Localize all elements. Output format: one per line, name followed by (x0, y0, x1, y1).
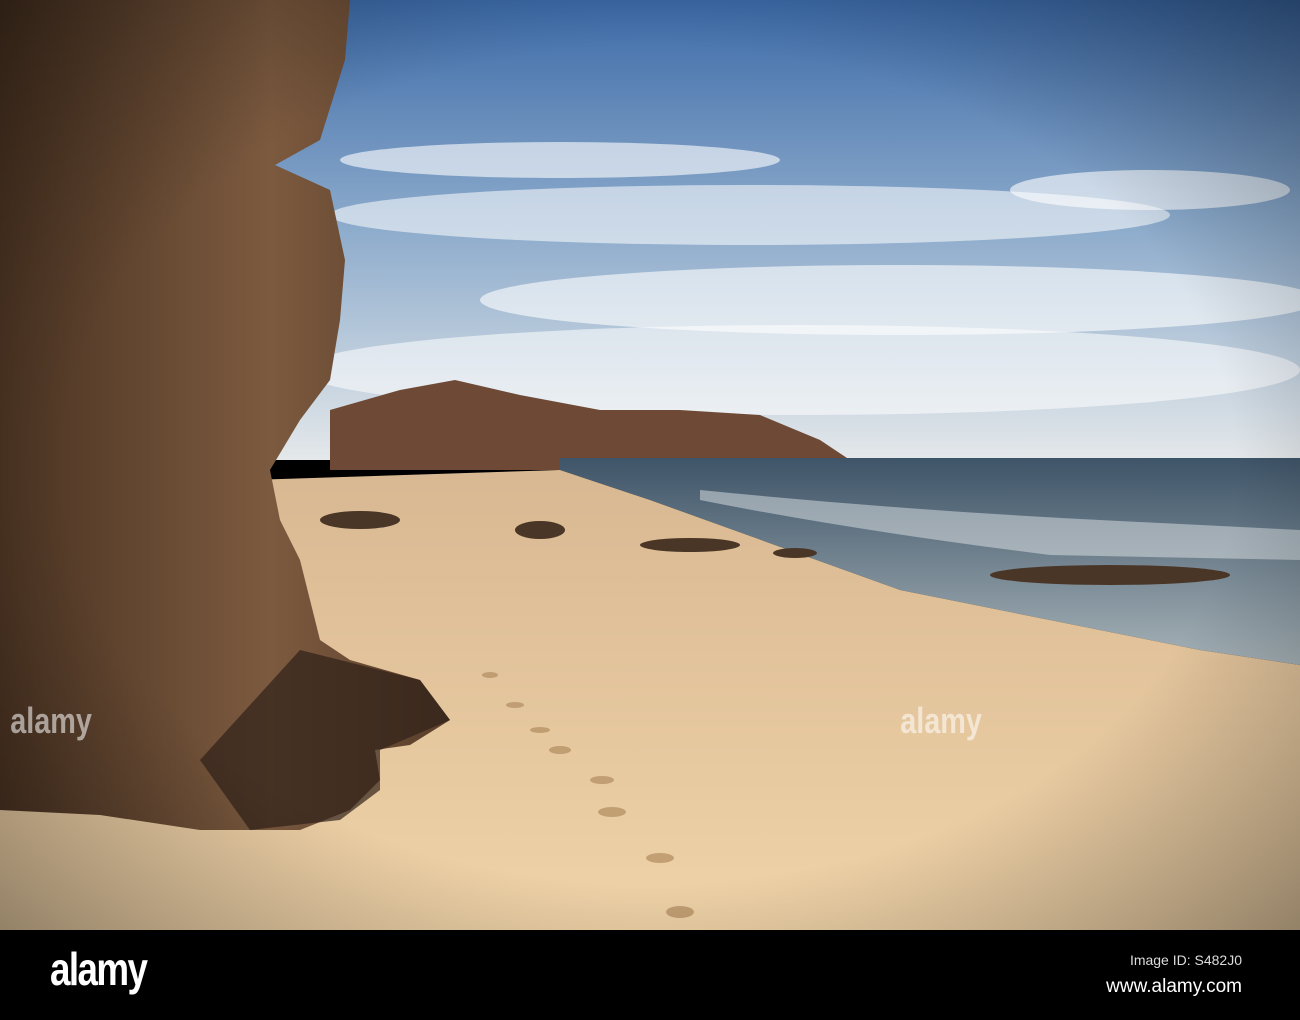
footer-bar: alamy Image ID: S482J0 www.alamy.com (0, 930, 1300, 1020)
watermark: alamy (10, 700, 92, 741)
alamy-logo[interactable]: alamy (50, 942, 148, 996)
watermark: alamy (900, 700, 982, 741)
beach-photo (0, 0, 1300, 930)
website-link[interactable]: www.alamy.com (1106, 976, 1242, 998)
image-id: Image ID: S482J0 (1129, 952, 1242, 968)
